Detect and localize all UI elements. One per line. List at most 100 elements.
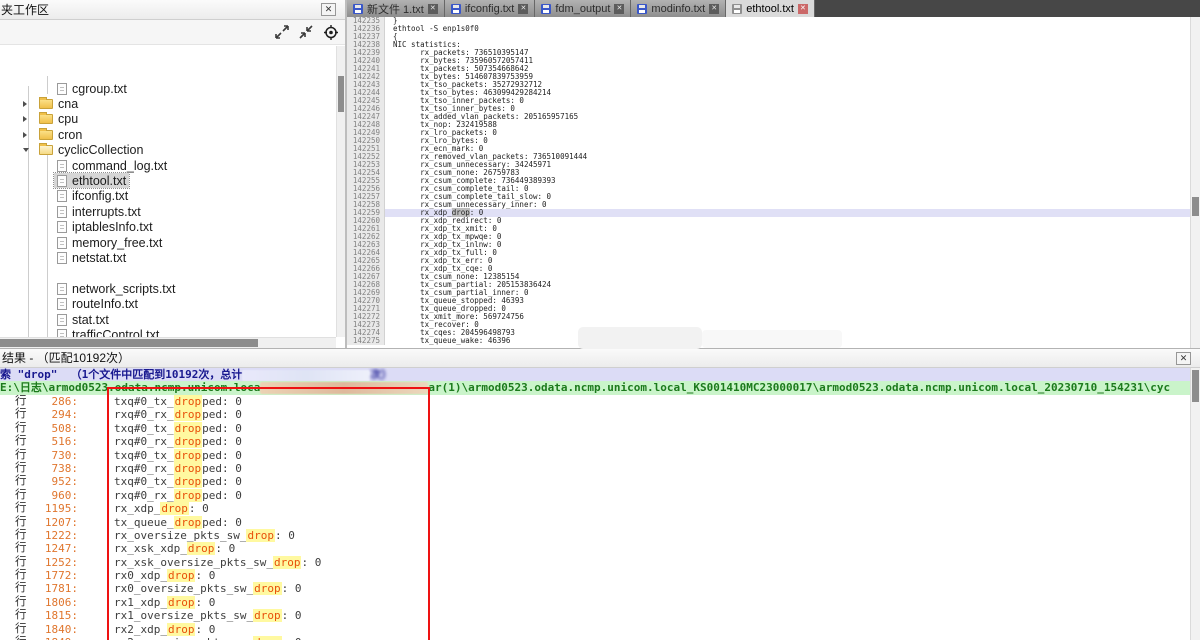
line-text: rx_xdp_tx_mpwqe: 0 xyxy=(385,233,1190,241)
result-line-number: 1222: xyxy=(30,529,78,542)
tree-item-ifconfig-txt[interactable]: ifconfig.txt xyxy=(0,189,336,204)
results-titlebar: 结果 - （匹配10192次） ✕ xyxy=(0,349,1200,368)
search-summary-redacted-tail: 次） xyxy=(370,368,392,381)
tab-ifconfig-txt[interactable]: ifconfig.txt✕ xyxy=(445,0,536,17)
scrollbar-thumb[interactable] xyxy=(0,339,258,347)
tree-item-cgroup-txt[interactable]: cgroup.txt xyxy=(0,81,336,96)
line-text: } xyxy=(385,17,1190,25)
file-icon xyxy=(57,298,67,310)
tree-item-interrupts-txt[interactable]: interrupts.txt xyxy=(0,204,336,219)
scrollbar-thumb[interactable] xyxy=(1192,370,1199,402)
save-state-floppy-icon xyxy=(732,4,742,14)
editor-content[interactable]: 142235}142236ethtool -S enp1s0f0142237{1… xyxy=(347,17,1190,348)
tree-item-cycliccollection[interactable]: cyclicCollection xyxy=(0,143,336,158)
tab-ethtool-txt[interactable]: ethtool.txt ✕ xyxy=(726,0,815,17)
file-icon xyxy=(57,175,67,187)
tree-item-label: network_scripts.txt xyxy=(72,282,176,296)
tree-item-inner: command_log.txt xyxy=(54,158,170,173)
scrollbar-thumb[interactable] xyxy=(338,76,344,112)
tree-item-label: interrupts.txt xyxy=(72,205,141,219)
chevron-right-icon[interactable] xyxy=(23,101,27,107)
result-line-number: 1772: xyxy=(30,569,78,582)
tree-item-label: command_log.txt xyxy=(72,159,167,173)
folder-icon xyxy=(39,114,53,124)
tab-close-icon[interactable]: ✕ xyxy=(428,4,438,14)
line-text: rx_xdp_drop: 0 xyxy=(385,209,1190,217)
tree-item-inner: network_scripts.txt xyxy=(54,281,179,296)
save-state-floppy-icon xyxy=(637,4,647,14)
tree-item-label: memory_free.txt xyxy=(72,236,162,250)
workspace-panel: 夹工作区 ✕ cgroup.txtcnacpucroncyclicCollect… xyxy=(0,0,346,348)
chevron-right-icon[interactable] xyxy=(23,132,27,138)
tab-fdm-output[interactable]: fdm_output✕ xyxy=(535,0,631,17)
row-label: 行 xyxy=(0,596,30,609)
result-line-number: 738: xyxy=(30,462,78,475)
tree-item-iptablesinfo-txt[interactable]: iptablesInfo.txt xyxy=(0,220,336,235)
close-icon[interactable]: ✕ xyxy=(321,3,336,16)
file-icon xyxy=(57,206,67,218)
line-text: tx_added_vlan_packets: 205165957165 xyxy=(385,113,1190,121)
result-line-number: 286: xyxy=(30,395,78,408)
tree-item-inner: trafficControl.txt xyxy=(54,327,162,337)
tree-item-label: cna xyxy=(58,97,78,111)
tree-item-inner: cpu xyxy=(36,112,81,127)
result-line-number: 1781: xyxy=(30,582,78,595)
row-label: 行 xyxy=(0,475,30,488)
result-line-number: 516: xyxy=(30,435,78,448)
line-number[interactable]: 142275 xyxy=(347,337,385,345)
tree-item-inner: netstat.txt xyxy=(54,250,129,265)
file-icon xyxy=(57,314,67,326)
line-text: rx_xdp_tx_xmit: 0 xyxy=(385,225,1190,233)
tree-item-network-scripts-txt[interactable]: network_scripts.txt xyxy=(0,281,336,296)
tab-close-icon[interactable]: ✕ xyxy=(518,4,528,14)
tree-vertical-scrollbar[interactable] xyxy=(336,46,345,337)
row-label: 行 xyxy=(0,489,30,502)
close-icon[interactable]: ✕ xyxy=(1176,352,1191,365)
expand-all-icon[interactable] xyxy=(273,24,291,41)
file-icon xyxy=(57,221,67,233)
search-results-panel: 结果 - （匹配10192次） ✕ 索 "drop" （1个文件中匹配到1019… xyxy=(0,348,1200,640)
tree-item-cron[interactable]: cron xyxy=(0,127,336,142)
scrollbar-thumb[interactable] xyxy=(1192,197,1199,216)
folder-icon xyxy=(39,130,53,140)
tree-item-cna[interactable]: cna xyxy=(0,96,336,111)
tab-close-icon[interactable]: ✕ xyxy=(709,4,719,14)
file-tree[interactable]: cgroup.txtcnacpucroncyclicCollectioncomm… xyxy=(0,46,336,337)
tree-item-inner: memory_free.txt xyxy=(54,235,165,250)
file-path-suffix: ar(1)\armod0523.odata.ncmp.unicom.local_… xyxy=(428,381,1170,394)
row-label: 行 xyxy=(0,569,30,582)
tree-item-memory-free-txt[interactable]: memory_free.txt xyxy=(0,235,336,250)
tree-item-routeinfo-txt[interactable]: routeInfo.txt xyxy=(0,297,336,312)
tree-item-cpu[interactable]: cpu xyxy=(0,112,336,127)
tab-bar: 新文件 1.txt✕ifconfig.txt✕fdm_output✕modinf… xyxy=(347,0,1200,17)
result-line-number: 730: xyxy=(30,449,78,462)
tree-item-command-log-txt[interactable]: command_log.txt xyxy=(0,158,336,173)
tree-item-inner: cna xyxy=(36,96,81,111)
tree-item-ethtool-txt[interactable]: ethtool.txt xyxy=(0,173,336,188)
workspace-titlebar: 夹工作区 ✕ xyxy=(0,0,345,20)
editor-vertical-scrollbar[interactable] xyxy=(1190,17,1200,348)
line-text: rx_csum_unnecessary_inner: 0 xyxy=(385,201,1190,209)
result-line-number: 1207: xyxy=(30,516,78,529)
results-vertical-scrollbar[interactable] xyxy=(1190,368,1200,640)
tab-label: ethtool.txt xyxy=(746,3,794,15)
row-label: 行 xyxy=(0,582,30,595)
tree-horizontal-scrollbar[interactable] xyxy=(0,337,336,348)
line-text: { xyxy=(385,33,1190,41)
tree-item-label: routeInfo.txt xyxy=(72,297,138,311)
chevron-right-icon[interactable] xyxy=(23,116,27,122)
chevron-down-icon[interactable] xyxy=(23,148,29,152)
tree-item-stat-txt[interactable]: stat.txt xyxy=(0,312,336,327)
collapse-all-icon[interactable] xyxy=(297,24,315,41)
tab-close-icon[interactable]: ✕ xyxy=(614,4,624,14)
tab-modinfo-txt[interactable]: modinfo.txt✕ xyxy=(631,0,726,17)
tab-close-icon[interactable]: ✕ xyxy=(798,4,808,14)
tree-item-trafficcontrol-txt[interactable]: trafficControl.txt xyxy=(0,327,336,337)
redaction-patch xyxy=(242,370,370,381)
search-summary-line[interactable]: 索 "drop" （1个文件中匹配到10192次，总计次） xyxy=(0,368,1200,381)
tree-item-netstat-txt[interactable]: netstat.txt xyxy=(0,250,336,265)
locate-current-file-icon[interactable] xyxy=(322,24,340,41)
tab--1-txt[interactable]: 新文件 1.txt✕ xyxy=(347,0,445,17)
line-text: rx_lro_bytes: 0 xyxy=(385,137,1190,145)
red-annotation-rectangle xyxy=(107,387,430,640)
